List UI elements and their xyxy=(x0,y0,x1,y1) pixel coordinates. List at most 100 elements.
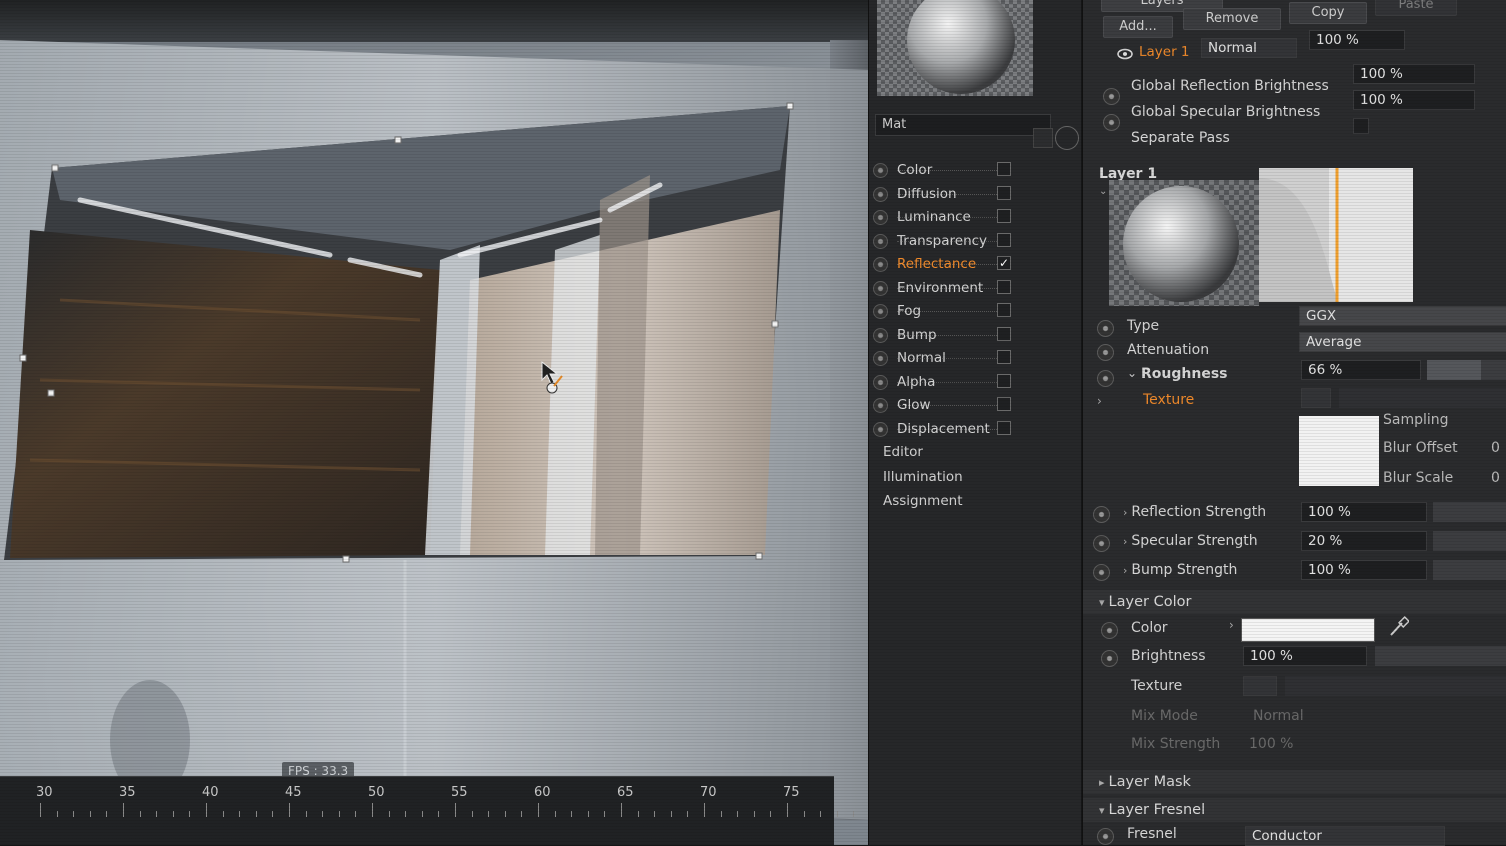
attenuation-radio[interactable] xyxy=(1097,344,1114,361)
layer-collapse-chevron-icon[interactable]: ⌄ xyxy=(1099,186,1107,197)
channel-checkbox[interactable] xyxy=(997,303,1011,317)
layer-color-texture-dropdown[interactable] xyxy=(1243,676,1277,696)
specular-strength-slider[interactable] xyxy=(1433,531,1506,551)
fresnel-select[interactable]: Conductor xyxy=(1245,826,1445,846)
channel-row-transparency[interactable]: Transparency xyxy=(869,231,1069,253)
channel-checkbox[interactable] xyxy=(997,279,1011,294)
remove-layer-button[interactable]: Remove xyxy=(1183,8,1281,30)
layer-fresnel-section-header[interactable]: ▾ Layer Fresnel xyxy=(1083,798,1506,822)
channel-checkbox[interactable]: ✓ xyxy=(997,256,1011,270)
channel-radio[interactable] xyxy=(873,421,888,437)
channel-checkbox[interactable] xyxy=(997,326,1011,341)
channel-row-alpha[interactable]: Alpha xyxy=(869,372,1069,394)
channel-radio[interactable] xyxy=(873,327,888,343)
material-item-illumination[interactable]: Illumination xyxy=(883,469,963,485)
channel-checkbox[interactable] xyxy=(997,397,1011,411)
reflection-strength-radio[interactable] xyxy=(1093,506,1110,523)
texture-expand-chevron-icon[interactable]: › xyxy=(1097,394,1102,408)
paste-layer-button[interactable]: Paste xyxy=(1375,0,1457,16)
viewport[interactable]: FPS : 33.3 30 35 40 45 50 55 60 65 70 75 xyxy=(0,0,872,845)
channel-checkbox[interactable] xyxy=(997,420,1011,435)
material-name-field[interactable]: Mat xyxy=(875,114,1051,136)
layer-opacity-value: 100 % xyxy=(1316,32,1359,48)
specular-strength-radio[interactable] xyxy=(1093,535,1110,552)
channel-row-color[interactable]: Color xyxy=(869,160,1069,182)
layer-blend-mode-select[interactable]: Normal xyxy=(1201,38,1297,58)
channel-row-environment[interactable]: Environment xyxy=(869,278,1069,300)
channel-radio[interactable] xyxy=(873,374,888,390)
channel-row-reflectance[interactable]: Reflectance ✓ xyxy=(869,254,1069,276)
brightness-radio[interactable] xyxy=(1101,650,1118,667)
layer-color-swatch[interactable] xyxy=(1241,618,1375,642)
layer-color-radio[interactable] xyxy=(1101,622,1118,639)
channel-radio[interactable] xyxy=(873,186,888,202)
layer-color-section-header[interactable]: ▾ Layer Color xyxy=(1083,590,1506,614)
reflection-strength-slider[interactable] xyxy=(1433,502,1506,522)
blur-offset-value[interactable]: 0 xyxy=(1491,440,1500,456)
channel-radio[interactable] xyxy=(873,163,888,178)
material-item-editor[interactable]: Editor xyxy=(883,444,923,460)
brightness-slider[interactable] xyxy=(1375,646,1506,666)
channel-checkbox[interactable] xyxy=(997,232,1011,247)
roughness-slider[interactable] xyxy=(1427,360,1506,380)
type-radio[interactable] xyxy=(1097,320,1114,337)
channel-checkbox[interactable] xyxy=(997,350,1011,364)
bump-strength-field[interactable]: 100 % xyxy=(1301,560,1427,580)
channel-checkbox[interactable] xyxy=(997,373,1011,388)
global-specular-field[interactable]: 100 % xyxy=(1353,90,1475,110)
separate-pass-checkbox[interactable] xyxy=(1353,118,1369,134)
roughness-chevron-icon[interactable]: ⌄ xyxy=(1127,366,1137,380)
roughness-texture-slot[interactable] xyxy=(1339,388,1506,408)
color-expand-chevron-icon[interactable]: › xyxy=(1229,618,1234,632)
roughness-radio[interactable] xyxy=(1097,370,1114,387)
eyedropper-icon[interactable] xyxy=(1387,616,1409,638)
channel-radio[interactable] xyxy=(873,257,888,272)
material-pick-icon[interactable] xyxy=(1055,126,1079,150)
channel-row-bump[interactable]: Bump xyxy=(869,325,1069,347)
channel-radio[interactable] xyxy=(873,304,888,319)
roughness-texture-dropdown[interactable] xyxy=(1301,388,1331,408)
roughness-field[interactable]: 66 % xyxy=(1301,360,1421,380)
interactive-render-region[interactable] xyxy=(0,0,872,845)
channel-row-luminance[interactable]: Luminance xyxy=(869,207,1069,229)
channel-row-glow[interactable]: Glow xyxy=(869,395,1069,417)
layer-color-texture-slot[interactable] xyxy=(1285,676,1506,696)
global-reflection-radio[interactable] xyxy=(1103,88,1120,105)
global-specular-radio[interactable] xyxy=(1103,114,1120,131)
global-reflection-field[interactable]: 100 % xyxy=(1353,64,1475,84)
specular-strength-field[interactable]: 20 % xyxy=(1301,531,1427,551)
channel-row-displacement[interactable]: Displacement xyxy=(869,419,1069,441)
channel-checkbox[interactable] xyxy=(997,209,1011,223)
channel-checkbox[interactable] xyxy=(997,162,1011,176)
layer-mask-section-header[interactable]: ▸ Layer Mask xyxy=(1083,770,1506,794)
channel-row-normal[interactable]: Normal xyxy=(869,348,1069,370)
copy-layer-button[interactable]: Copy xyxy=(1289,2,1367,24)
bump-strength-radio[interactable] xyxy=(1093,564,1110,581)
brightness-field[interactable]: 100 % xyxy=(1243,646,1367,666)
mix-mode-value[interactable]: Normal xyxy=(1253,708,1304,724)
channel-row-diffusion[interactable]: Diffusion xyxy=(869,184,1069,206)
reflection-strength-field[interactable]: 100 % xyxy=(1301,502,1427,522)
bump-strength-slider[interactable] xyxy=(1433,560,1506,580)
channel-radio[interactable] xyxy=(873,398,888,413)
channel-radio[interactable] xyxy=(873,233,888,249)
layer-1-name[interactable]: Layer 1 xyxy=(1139,44,1190,60)
material-item-assignment[interactable]: Assignment xyxy=(883,493,962,509)
layer-opacity-field[interactable]: 100 % xyxy=(1309,30,1405,50)
timeline-ruler[interactable]: 30 35 40 45 50 55 60 65 70 75 xyxy=(0,776,855,845)
channel-row-fog[interactable]: Fog xyxy=(869,301,1069,323)
type-select[interactable]: GGX xyxy=(1299,306,1506,326)
channel-checkbox[interactable] xyxy=(997,185,1011,200)
attenuation-select[interactable]: Average xyxy=(1299,332,1506,352)
add-layer-button[interactable]: Add... xyxy=(1103,16,1173,38)
material-dropdown-chevron-icon[interactable] xyxy=(1033,128,1053,148)
eye-icon[interactable] xyxy=(1117,48,1133,60)
fresnel-radio[interactable] xyxy=(1097,828,1114,845)
channel-radio[interactable] xyxy=(873,280,888,296)
channel-radio[interactable] xyxy=(873,351,888,366)
channel-radio[interactable] xyxy=(873,210,888,225)
blur-scale-value[interactable]: 0 xyxy=(1491,470,1500,486)
roughness-label: Roughness xyxy=(1141,366,1228,382)
mix-strength-value[interactable]: 100 % xyxy=(1249,736,1293,752)
tab-layers-label: Layers xyxy=(1140,0,1184,8)
